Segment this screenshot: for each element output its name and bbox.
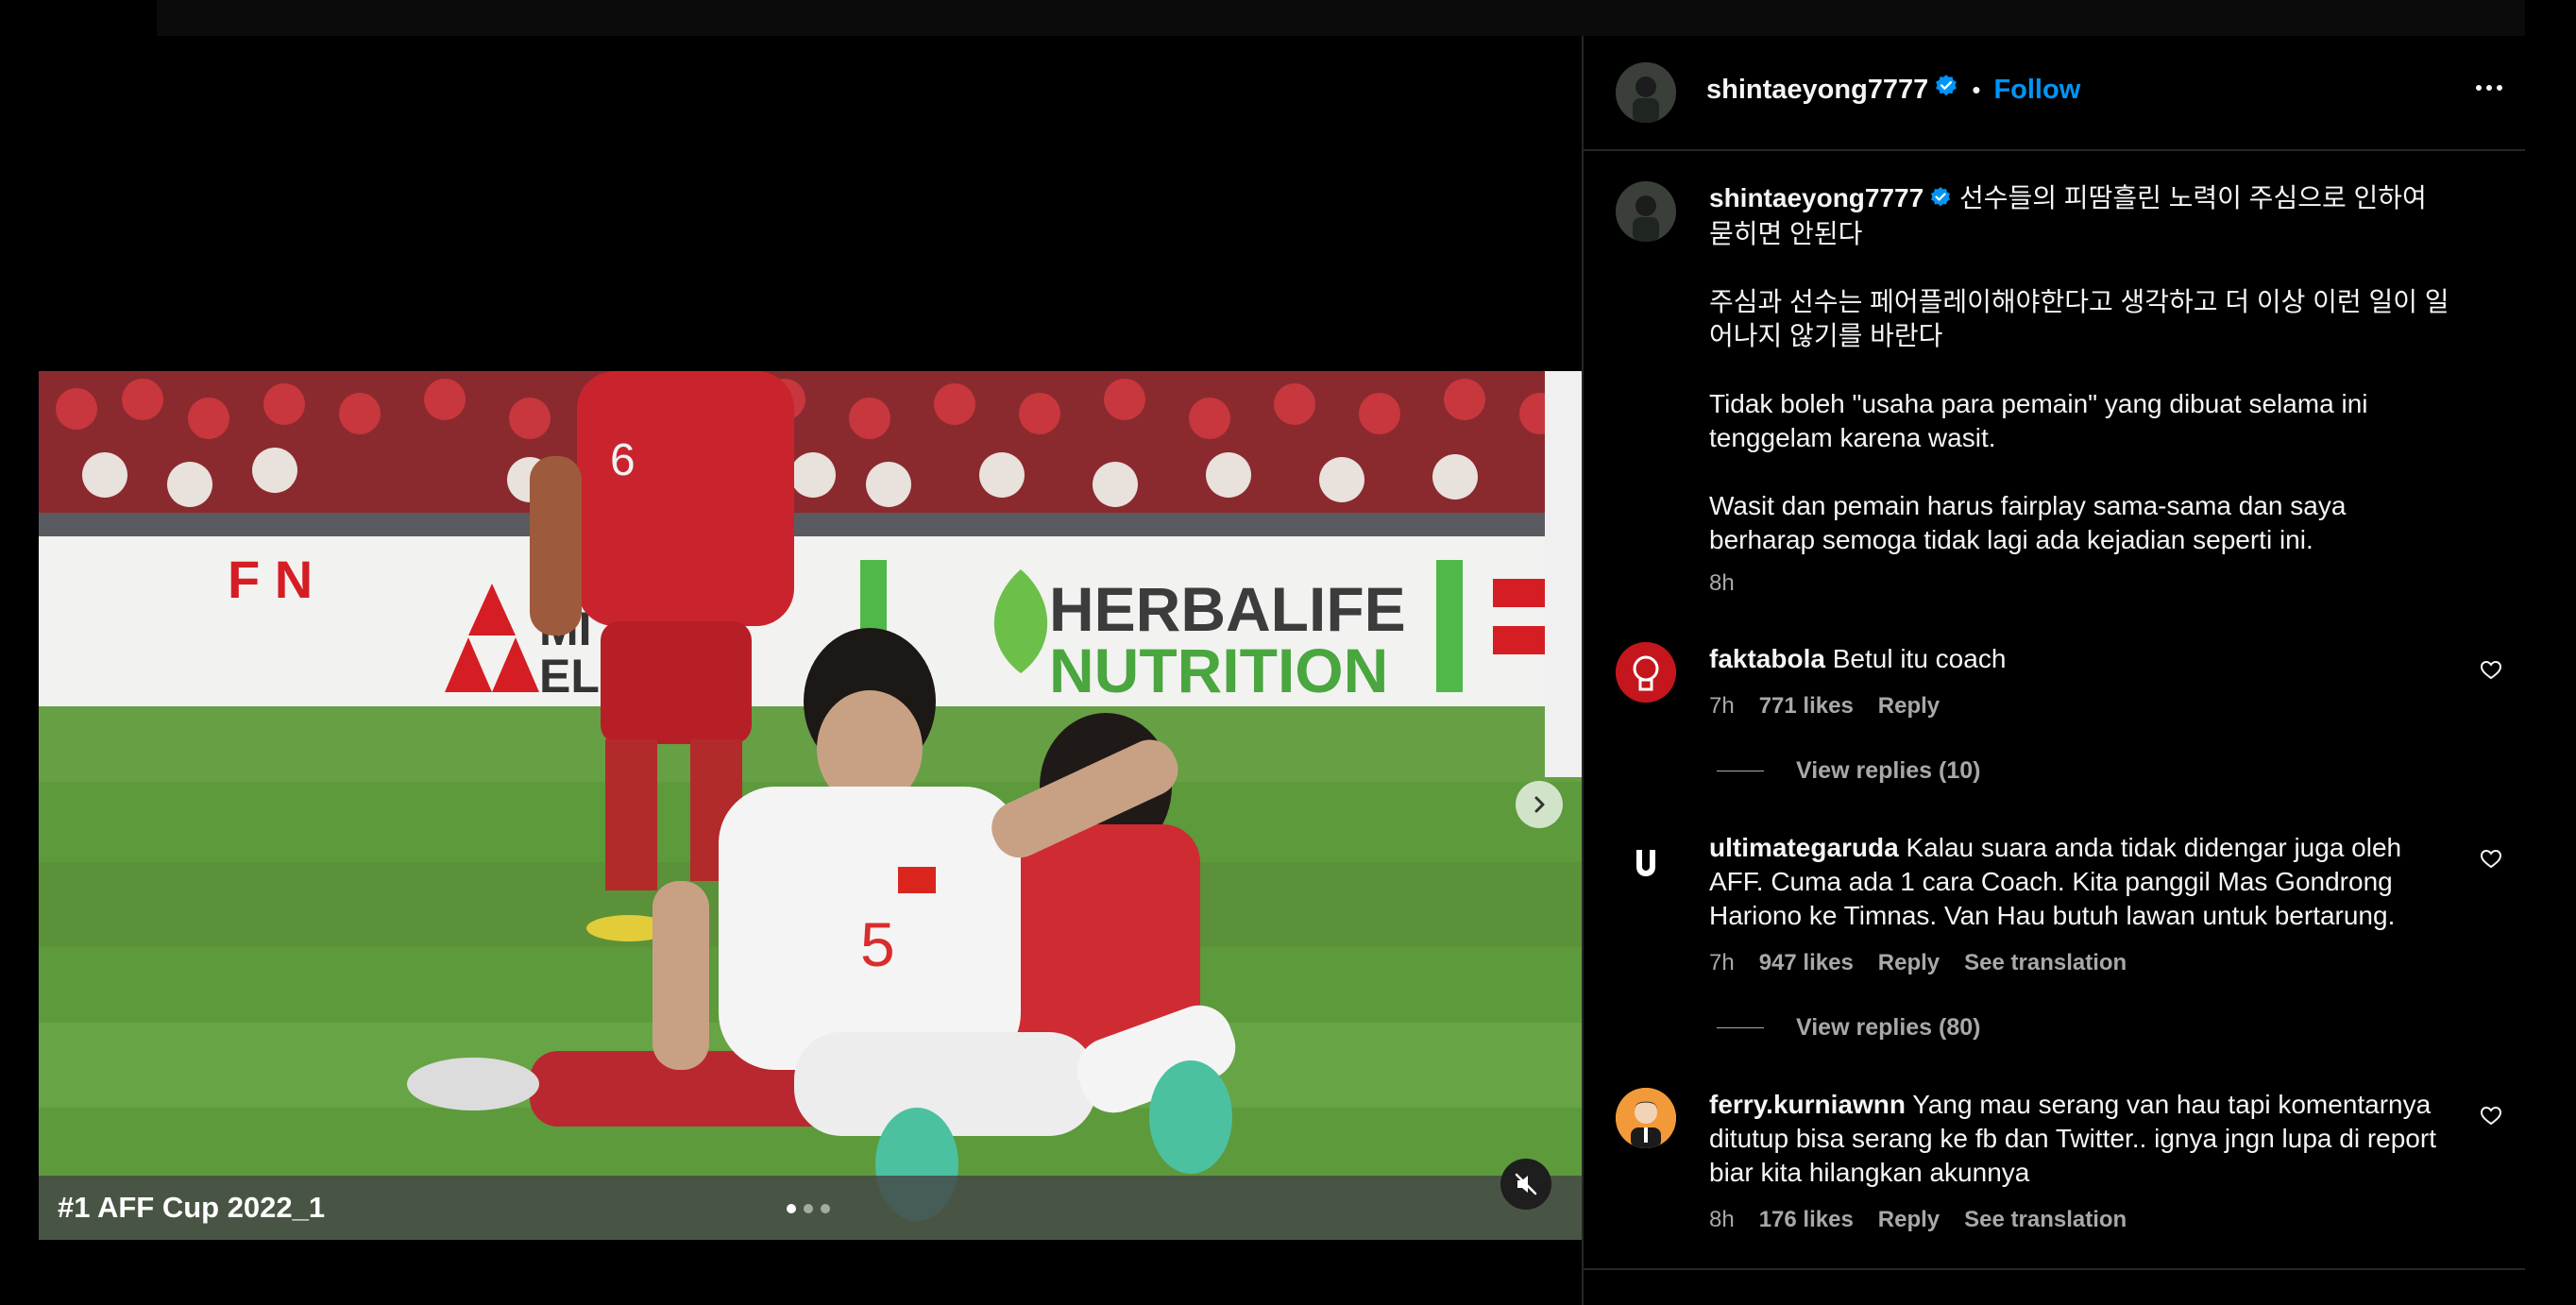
comment-username[interactable]: ferry.kurniawnn [1709, 1090, 1906, 1119]
video-frame: MI EL F N HERBALIFE NUTRITION 6 [39, 371, 1582, 1240]
reply-button[interactable]: Reply [1878, 946, 1940, 980]
svg-text:F N: F N [228, 550, 313, 609]
header-username[interactable]: shintaeyong7777 [1706, 75, 1928, 106]
like-heart-icon[interactable] [2480, 848, 2502, 875]
avatar-image [1616, 1088, 1676, 1148]
post-side-panel: shintaeyong7777 • Follow shintaeyong7777… [1582, 36, 2525, 1305]
post-header: shintaeyong7777 • Follow [1584, 36, 2525, 151]
view-replies-button[interactable]: View replies (10) [1717, 757, 1980, 785]
top-strip [157, 0, 2525, 36]
carousel-indicator [787, 1204, 830, 1213]
carousel-dot [804, 1204, 813, 1213]
avatar-image [1616, 62, 1676, 123]
comment-body: ferry.kurniawnn Yang mau serang van hau … [1709, 1088, 2455, 1237]
speaker-muted-icon [1515, 1173, 1537, 1195]
header-user-line: shintaeyong7777 • Follow [1706, 74, 2080, 106]
like-heart-icon[interactable] [2480, 1105, 2502, 1132]
comment-body: faktabola Betul itu coach 7h 771 likes R… [1709, 642, 2455, 723]
carousel-dot-active [787, 1204, 796, 1213]
avatar-image [1616, 181, 1676, 242]
comment-username[interactable]: faktabola [1709, 644, 1825, 673]
verified-badge-icon [1929, 183, 1952, 217]
comment-avatar[interactable] [1616, 831, 1676, 891]
reply-button[interactable]: Reply [1878, 689, 1940, 723]
comment-likes[interactable]: 771 likes [1759, 689, 1854, 723]
comment-likes[interactable]: 176 likes [1759, 1203, 1854, 1237]
post-media[interactable]: MI EL F N HERBALIFE NUTRITION 6 [39, 371, 1582, 1240]
carousel-next-button[interactable] [1516, 781, 1563, 828]
chevron-right-icon [1534, 796, 1545, 813]
svg-text:EL: EL [539, 650, 600, 703]
comment-time[interactable]: 7h [1709, 946, 1735, 980]
comment-avatar[interactable] [1616, 642, 1676, 703]
view-replies-button[interactable]: View replies (80) [1717, 1014, 1980, 1042]
comment-time[interactable]: 7h [1709, 689, 1735, 723]
header-separator: • [1972, 75, 1981, 104]
svg-text:6: 6 [610, 435, 636, 485]
carousel-dot [821, 1204, 830, 1213]
svg-text:5: 5 [860, 909, 895, 979]
like-heart-icon[interactable] [2480, 659, 2502, 686]
comment-body: ultimategaruda Kalau suara anda tidak di… [1709, 831, 2455, 980]
mute-button[interactable] [1500, 1159, 1551, 1210]
caption-avatar[interactable] [1616, 181, 1676, 242]
caption-paragraph: Wasit dan pemain harus fairplay sama-sam… [1709, 490, 2347, 554]
see-translation-button[interactable]: See translation [1964, 946, 2127, 980]
verified-badge-icon [1934, 74, 1958, 106]
comment-likes[interactable]: 947 likes [1759, 946, 1854, 980]
caption-time[interactable]: 8h [1709, 567, 1735, 601]
reply-button[interactable]: Reply [1878, 1203, 1940, 1237]
caption-body: shintaeyong7777 선수들의 피땀흘린 노력이 주심으로 인하여 묻… [1709, 181, 2455, 601]
video-caption: #1 AFF Cup 2022_1 [58, 1191, 326, 1224]
board-text-line2: NUTRITION [1049, 636, 1388, 705]
caption-paragraph: Tidak boleh "usaha para pemain" yang dib… [1709, 388, 2368, 452]
comment-time[interactable]: 8h [1709, 1203, 1735, 1237]
comment-username[interactable]: ultimategaruda [1709, 833, 1899, 862]
view-replies-line [1717, 1027, 1764, 1028]
video-caption-bar: #1 AFF Cup 2022_1 [39, 1176, 1582, 1240]
follow-button[interactable]: Follow [1993, 75, 2080, 106]
caption-paragraph: 주심과 선수는 페어플레이해야한다고 생각하고 더 이상 이런 일이 일어나지 … [1709, 286, 2449, 350]
view-replies-label: View replies (10) [1796, 757, 1981, 784]
lightbulb-icon [1616, 642, 1676, 703]
comment-text: Betul itu coach [1832, 644, 2007, 673]
ultimategaruda-logo-icon [1616, 831, 1676, 891]
comment-avatar[interactable] [1616, 1088, 1676, 1148]
more-options-icon[interactable] [2476, 85, 2502, 91]
caption-username[interactable]: shintaeyong7777 [1709, 183, 1924, 212]
view-replies-label: View replies (80) [1796, 1014, 1981, 1041]
see-translation-button[interactable]: See translation [1964, 1203, 2127, 1237]
board-text-line1: HERBALIFE [1049, 574, 1406, 644]
action-bar-divider [1584, 1268, 2525, 1270]
header-avatar[interactable] [1616, 62, 1676, 123]
